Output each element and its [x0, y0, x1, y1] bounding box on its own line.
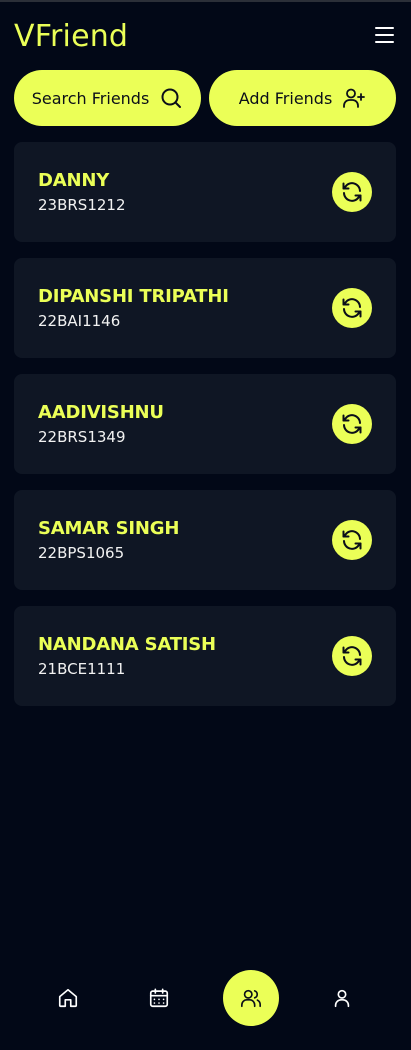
- friend-card[interactable]: SAMAR SINGH 22BPS1065: [14, 490, 396, 590]
- user-icon: [334, 989, 350, 1008]
- friend-reg-number: 21BCE1111: [38, 660, 126, 678]
- nav-friends[interactable]: [223, 966, 279, 1030]
- refresh-button[interactable]: [332, 172, 372, 212]
- user-plus-icon: [343, 88, 366, 108]
- app-header: VFriend: [0, 2, 411, 68]
- refresh-icon: [342, 182, 362, 202]
- friend-card[interactable]: AADIVISHNU 22BRS1349: [14, 374, 396, 474]
- friend-reg-number: 23BRS1212: [38, 196, 126, 214]
- search-friends-button[interactable]: Search Friends: [14, 70, 201, 126]
- refresh-icon: [342, 530, 362, 550]
- refresh-button[interactable]: [332, 288, 372, 328]
- calendar-icon: [149, 988, 169, 1008]
- home-icon: [58, 988, 78, 1008]
- friend-reg-number: 22BPS1065: [38, 544, 125, 562]
- friend-name: NANDANA SATISH: [38, 634, 216, 655]
- friend-reg-number: 22BAI1146: [38, 312, 121, 330]
- refresh-button[interactable]: [332, 520, 372, 560]
- refresh-icon: [342, 414, 362, 434]
- action-bar: Search Friends Add Friends: [14, 70, 396, 126]
- friend-info: DIPANSHI TRIPATHI 22BAI1146: [38, 286, 229, 330]
- refresh-icon: [342, 298, 362, 318]
- friends-list: DANNY 23BRS1212 DIPANSHI TRIPATHI 22BAI1…: [14, 142, 396, 722]
- nav-home[interactable]: [40, 966, 96, 1030]
- friend-reg-number: 22BRS1349: [38, 428, 126, 446]
- friend-card[interactable]: DIPANSHI TRIPATHI 22BAI1146: [14, 258, 396, 358]
- search-friends-label: Search Friends: [31, 88, 150, 108]
- friend-info: DANNY 23BRS1212: [38, 170, 126, 214]
- add-friends-button[interactable]: Add Friends: [209, 70, 396, 126]
- refresh-button[interactable]: [332, 636, 372, 676]
- users-icon: [241, 989, 261, 1008]
- search-icon: [161, 88, 182, 108]
- app-title: VFriend: [14, 18, 129, 54]
- hamburger-menu-icon[interactable]: [375, 24, 397, 46]
- refresh-icon: [342, 646, 362, 666]
- friend-card[interactable]: NANDANA SATISH 21BCE1111: [14, 606, 396, 706]
- friend-name: AADIVISHNU: [38, 402, 164, 423]
- friend-name: SAMAR SINGH: [38, 518, 180, 539]
- friend-info: AADIVISHNU 22BRS1349: [38, 402, 164, 446]
- friend-info: NANDANA SATISH 21BCE1111: [38, 634, 216, 678]
- add-friends-label: Add Friends: [238, 88, 333, 108]
- friend-info: SAMAR SINGH 22BPS1065: [38, 518, 179, 562]
- friend-name: DIPANSHI TRIPATHI: [38, 286, 229, 307]
- refresh-button[interactable]: [332, 404, 372, 444]
- friend-card[interactable]: DANNY 23BRS1212: [14, 142, 396, 242]
- nav-calendar[interactable]: [131, 966, 187, 1030]
- friend-name: DANNY: [38, 170, 110, 191]
- bottom-nav: [0, 966, 411, 1030]
- nav-profile[interactable]: [314, 966, 370, 1030]
